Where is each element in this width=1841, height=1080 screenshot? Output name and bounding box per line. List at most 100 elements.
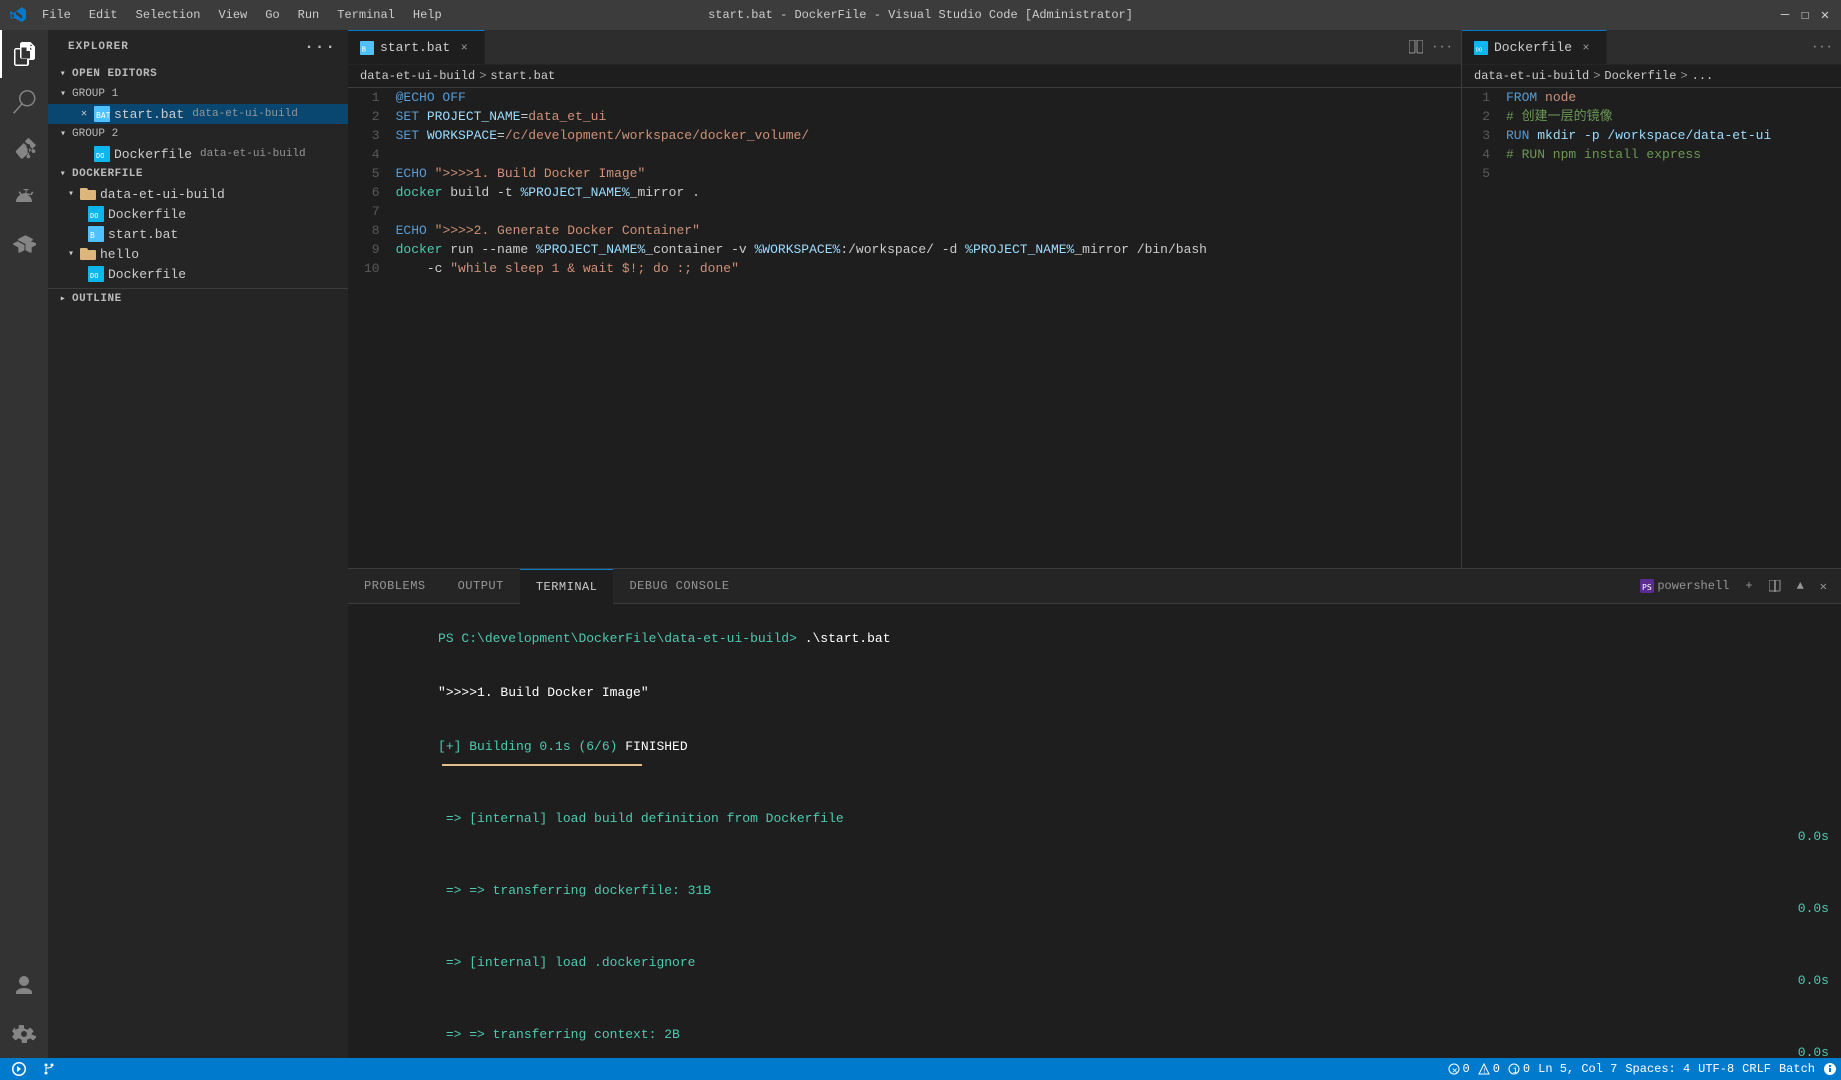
bat-file-icon: BAT xyxy=(94,106,110,122)
panel-tab-debug[interactable]: DEBUG CONSOLE xyxy=(613,569,745,604)
terminal-name: powershell xyxy=(1657,579,1729,593)
code-content-right: 1 2 3 4 5 FROM node # 创建一层的镜像 RUN mkdir … xyxy=(1462,88,1841,183)
line-numbers-right: 1 2 3 4 5 xyxy=(1462,88,1502,183)
activity-debug[interactable] xyxy=(0,174,48,222)
status-warnings[interactable]: ! 0 xyxy=(1474,1058,1504,1080)
error-icon: ✕ xyxy=(1448,1063,1460,1075)
svg-text:DO: DO xyxy=(1476,47,1482,53)
dockerfile-editor[interactable]: 1 2 3 4 5 FROM node # 创建一层的镜像 RUN mkdir … xyxy=(1462,88,1841,568)
menu-terminal[interactable]: Terminal xyxy=(329,6,403,24)
menu-view[interactable]: View xyxy=(210,6,255,24)
dockerfile-section: ▾ DOCKERFILE ▾ data-et-ui-build DO Docke… xyxy=(48,164,348,284)
activity-settings[interactable] xyxy=(0,1010,48,1058)
breadcrumb-file[interactable]: start.bat xyxy=(490,69,555,83)
tree-dockerfile-2[interactable]: DO Dockerfile xyxy=(48,264,348,284)
open-file-dockerfile[interactable]: DO Dockerfile data-et-ui-build xyxy=(48,144,348,164)
status-line-col[interactable]: Ln 5, Col 7 xyxy=(1534,1058,1621,1080)
right-more-actions[interactable]: ··· xyxy=(1811,36,1833,58)
tree-start-bat-1[interactable]: B start.bat xyxy=(48,224,348,244)
activity-explorer[interactable] xyxy=(0,30,48,78)
status-eol[interactable]: CRLF xyxy=(1738,1058,1775,1080)
terminal-output[interactable]: PS C:\development\DockerFile\data-et-ui-… xyxy=(348,604,1841,1058)
sidebar-more-actions[interactable]: ··· xyxy=(304,38,336,56)
maximize-panel-button[interactable]: ▲ xyxy=(1791,577,1810,595)
open-file-start-bat-label: start.bat xyxy=(114,107,184,122)
close-dockerfile-icon[interactable] xyxy=(76,146,92,162)
start-bat-editor[interactable]: 1 2 3 4 5 6 7 8 9 10 xyxy=(348,88,1461,568)
status-info[interactable]: i 0 xyxy=(1504,1058,1534,1080)
activity-account[interactable] xyxy=(0,962,48,1010)
menu-file[interactable]: File xyxy=(34,6,79,24)
status-encoding[interactable]: UTF-8 xyxy=(1694,1058,1738,1080)
open-editors-section: ▾ OPEN EDITORS ▾ GROUP 1 ✕ BAT start.bat… xyxy=(48,64,348,164)
menu-run[interactable]: Run xyxy=(290,6,328,24)
right-breadcrumb-file[interactable]: Dockerfile xyxy=(1604,69,1676,83)
tree-dockerfile-1[interactable]: DO Dockerfile xyxy=(48,204,348,224)
menu-help[interactable]: Help xyxy=(405,6,450,24)
split-terminal-button[interactable] xyxy=(1763,578,1787,594)
breadcrumb-sep-1: > xyxy=(479,69,486,83)
panel-tab-terminal[interactable]: TERMINAL xyxy=(520,569,614,604)
tab-dockerfile[interactable]: DO Dockerfile × xyxy=(1462,30,1607,64)
open-editors-header[interactable]: ▾ OPEN EDITORS xyxy=(48,64,348,84)
panel-tab-output[interactable]: OUTPUT xyxy=(442,569,520,604)
breadcrumb-folder[interactable]: data-et-ui-build xyxy=(360,69,475,83)
activity-git[interactable] xyxy=(0,126,48,174)
split-editor-button[interactable] xyxy=(1405,36,1427,58)
status-language[interactable]: Batch xyxy=(1775,1058,1819,1080)
svg-text:B: B xyxy=(90,231,95,240)
more-actions-button[interactable]: ··· xyxy=(1431,36,1453,58)
group1-label: GROUP 1 xyxy=(72,88,118,100)
editor-right: DO Dockerfile × ··· data-et-ui-build > D… xyxy=(1461,30,1841,568)
outline-header[interactable]: ▸ OUTLINE xyxy=(48,289,348,309)
left-tab-actions: ··· xyxy=(1397,30,1461,64)
tab-dockerfile-close[interactable]: × xyxy=(1578,40,1594,56)
open-file-start-bat[interactable]: ✕ BAT start.bat data-et-ui-build xyxy=(48,104,348,124)
folder-icon xyxy=(80,186,96,202)
minimize-button[interactable]: — xyxy=(1779,9,1791,21)
line-numbers-left: 1 2 3 4 5 6 7 8 9 10 xyxy=(348,88,392,297)
code-line-1: @ECHO OFF xyxy=(396,88,1461,107)
docker-line-1: FROM node xyxy=(1506,88,1841,107)
tab-start-bat[interactable]: B start.bat × xyxy=(348,30,485,64)
docker-file-icon: DO xyxy=(94,146,110,162)
close-start-bat-icon[interactable]: ✕ xyxy=(76,106,92,122)
status-left xyxy=(0,1058,68,1080)
tree-dockerfile-2-label: Dockerfile xyxy=(108,267,186,282)
status-spaces[interactable]: Spaces: 4 xyxy=(1621,1058,1694,1080)
status-feedback[interactable] xyxy=(1819,1058,1841,1080)
activity-extensions[interactable] xyxy=(0,222,48,270)
panel-tab-problems[interactable]: PROBLEMS xyxy=(348,569,442,604)
group2-chevron: ▾ xyxy=(56,127,70,141)
right-breadcrumb-folder[interactable]: data-et-ui-build xyxy=(1474,69,1589,83)
maximize-button[interactable]: ☐ xyxy=(1799,9,1811,21)
right-breadcrumb-more[interactable]: ... xyxy=(1692,69,1714,83)
menu-selection[interactable]: Selection xyxy=(128,6,209,24)
titlebar-controls: — ☐ ✕ xyxy=(1779,9,1831,21)
svg-text:DO: DO xyxy=(90,272,98,280)
docker-icon-2: DO xyxy=(88,266,104,282)
folder-data-et-ui-build[interactable]: ▾ data-et-ui-build xyxy=(48,184,348,204)
menu-edit[interactable]: Edit xyxy=(81,6,126,24)
close-panel-button[interactable]: ✕ xyxy=(1814,577,1833,596)
svg-text:✕: ✕ xyxy=(1452,1066,1457,1075)
close-button[interactable]: ✕ xyxy=(1819,9,1831,21)
left-tab-bar: B start.bat × ··· xyxy=(348,30,1461,65)
code-line-9b: -c "while sleep 1 & wait $!; do :; done" xyxy=(396,259,1461,278)
new-terminal-button[interactable]: + xyxy=(1739,577,1758,595)
status-git[interactable] xyxy=(38,1058,60,1080)
code-line-9a: docker run --name %PROJECT_NAME%_contain… xyxy=(396,240,1461,259)
activity-bar xyxy=(0,30,48,1058)
sidebar-content: ▾ OPEN EDITORS ▾ GROUP 1 ✕ BAT start.bat… xyxy=(48,64,348,1058)
tab-start-bat-close[interactable]: × xyxy=(456,40,472,56)
svg-text:DO: DO xyxy=(96,152,104,160)
activity-search[interactable] xyxy=(0,78,48,126)
status-errors[interactable]: ✕ 0 xyxy=(1444,1058,1474,1080)
menu-go[interactable]: Go xyxy=(257,6,287,24)
status-remote[interactable] xyxy=(8,1058,30,1080)
folder-hello[interactable]: ▾ hello xyxy=(48,244,348,264)
titlebar-menu: File Edit Selection View Go Run Terminal… xyxy=(34,6,450,24)
explorer-label: EXPLORER xyxy=(68,41,129,53)
group2-header: ▾ GROUP 2 xyxy=(48,124,348,144)
dockerfile-section-header[interactable]: ▾ DOCKERFILE xyxy=(48,164,348,184)
